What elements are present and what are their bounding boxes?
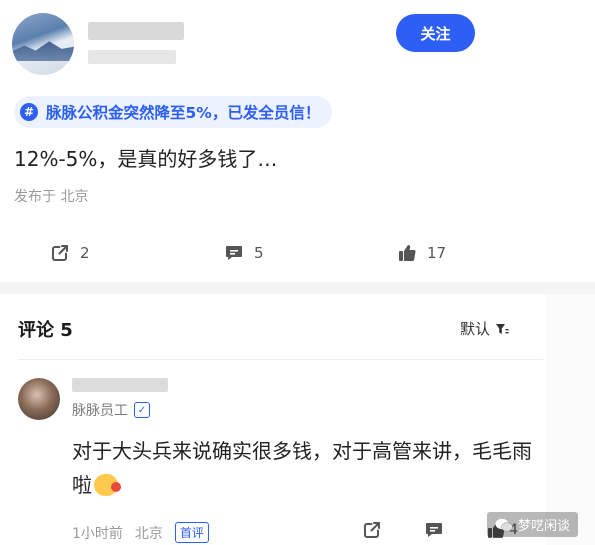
comment-text-label: 对于大头兵来说确实很多钱，对于高管来讲，毛毛雨啦 bbox=[72, 439, 532, 497]
wechat-icon bbox=[495, 518, 513, 532]
commenter-title: 脉脉员工 ✓ bbox=[72, 400, 150, 420]
commenter-name-blurred[interactable] bbox=[72, 378, 168, 392]
like-action[interactable]: 17 bbox=[397, 243, 446, 263]
emoji-icon bbox=[94, 474, 121, 496]
follow-button[interactable]: 关注 bbox=[396, 14, 475, 52]
commenter-title-label: 脉脉员工 bbox=[72, 403, 128, 419]
comment-meta: 1小时前 北京 首评 bbox=[72, 522, 209, 543]
post-card: 关注 # 脉脉公积金突然降至5%，已发全员信！ 12%-5%，是真的好多钱了… … bbox=[0, 0, 595, 282]
sort-dropdown[interactable]: 默认 bbox=[460, 318, 509, 339]
author-avatar[interactable] bbox=[12, 13, 74, 75]
share-icon bbox=[52, 245, 68, 261]
filter-icon bbox=[496, 323, 509, 334]
comment-text: 对于大头兵来说确实很多钱，对于高管来讲，毛毛雨啦 bbox=[72, 434, 532, 502]
author-title-blurred bbox=[88, 50, 176, 64]
reply-icon[interactable] bbox=[424, 520, 444, 540]
topic-label: 脉脉公积金突然降至5%，已发全员信！ bbox=[46, 104, 321, 122]
post-location: 发布于 北京 bbox=[14, 189, 89, 205]
right-margin bbox=[545, 294, 595, 545]
thumbs-up-icon bbox=[399, 245, 416, 262]
like-count: 17 bbox=[427, 244, 447, 262]
comment-count: 5 bbox=[254, 244, 264, 262]
verified-icon: ✓ bbox=[134, 402, 150, 418]
comment-action[interactable]: 5 bbox=[224, 243, 264, 263]
sort-label: 默认 bbox=[460, 320, 491, 338]
comments-title: 评论 5 bbox=[18, 320, 73, 341]
topic-tag[interactable]: # 脉脉公积金突然降至5%，已发全员信！ bbox=[14, 96, 333, 128]
commenter-avatar[interactable] bbox=[18, 378, 60, 420]
first-comment-badge: 首评 bbox=[174, 522, 209, 543]
section-divider bbox=[0, 282, 595, 294]
comments-section: 评论 5 默认 脉脉员工 ✓ 对于大头兵来说确实很多钱，对于高管来讲，毛毛雨啦 … bbox=[0, 294, 545, 545]
watermark: 梦呓闲谈 bbox=[487, 512, 579, 537]
comment-location: 北京 bbox=[134, 525, 163, 542]
watermark-text: 梦呓闲谈 bbox=[518, 519, 571, 534]
post-content: 12%-5%，是真的好多钱了… bbox=[14, 147, 278, 171]
share-action[interactable]: 2 bbox=[50, 243, 90, 263]
hashtag-icon: # bbox=[20, 103, 38, 121]
comment-icon bbox=[226, 246, 242, 260]
divider bbox=[18, 359, 543, 360]
author-name-blurred[interactable] bbox=[88, 22, 184, 40]
share-count: 2 bbox=[80, 244, 90, 262]
comment-time: 1小时前 bbox=[72, 525, 123, 542]
share-icon[interactable] bbox=[362, 520, 382, 540]
